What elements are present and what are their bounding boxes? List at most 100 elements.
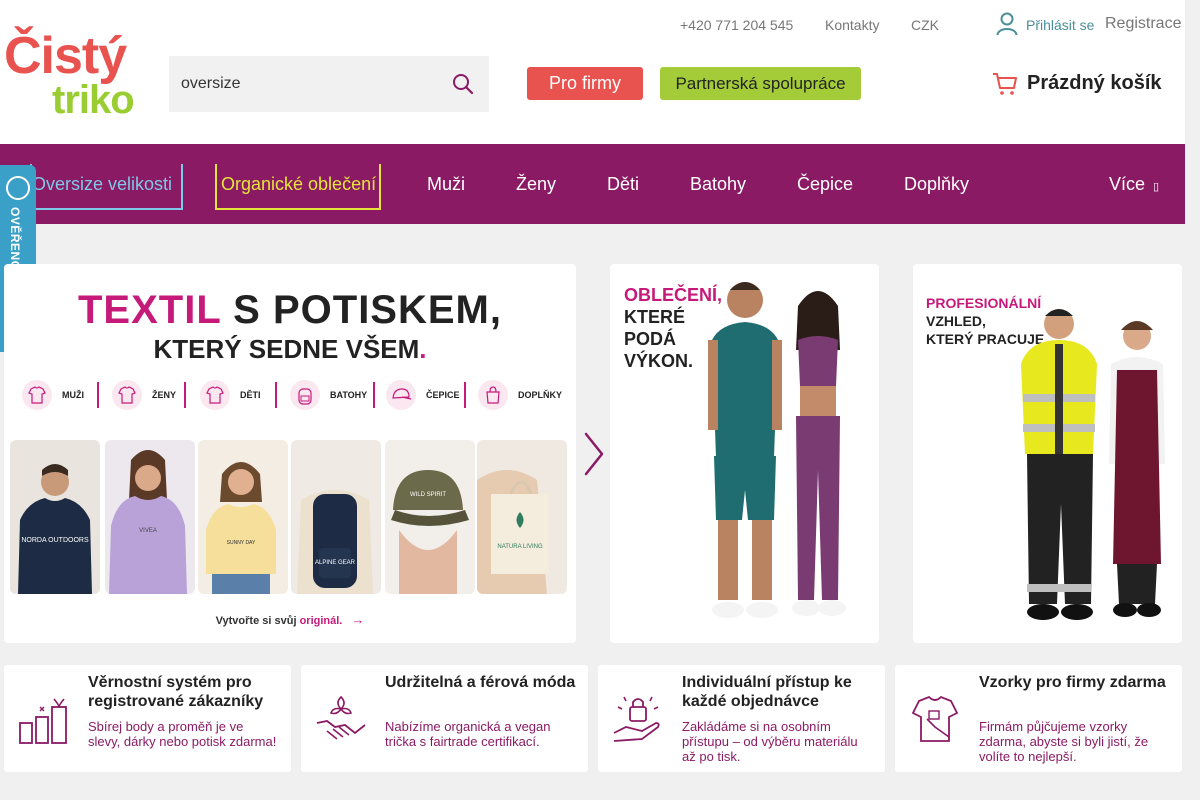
tshirt-icon bbox=[200, 380, 230, 410]
feature-text: Nabízíme organická a vegan trička s fair… bbox=[385, 719, 551, 749]
divider bbox=[464, 382, 466, 408]
site-logo[interactable]: Čistý triko bbox=[4, 30, 144, 120]
cap-icon bbox=[386, 380, 416, 410]
tshirt-tag-icon bbox=[911, 695, 959, 742]
tshirt-icon bbox=[112, 380, 142, 410]
logo-line-2: triko bbox=[52, 78, 135, 122]
nav-item-backpacks[interactable]: Batohy bbox=[690, 174, 746, 195]
category-label: DOPLŇKY bbox=[518, 390, 563, 400]
product-tile-cap[interactable]: WILD SPIRIT bbox=[385, 440, 475, 594]
nav-item-men[interactable]: Muži bbox=[427, 174, 465, 195]
nav-item-kids[interactable]: Děti bbox=[607, 174, 639, 195]
main-banner[interactable]: TEXTIL S POTISKEM, KTERÝ SEDNE VŠEM. MUŽ… bbox=[4, 264, 576, 643]
carousel-next-arrow-icon[interactable] bbox=[582, 432, 606, 476]
nav-item-oversize[interactable]: Oversize velikosti bbox=[30, 164, 183, 210]
banner-title-rest: S POTISKEM, bbox=[221, 288, 502, 332]
feature-sustainable: Udržitelná a férová móda Nabízíme organi… bbox=[301, 665, 588, 772]
arrow-right-icon: → bbox=[351, 612, 365, 627]
for-companies-button[interactable]: Pro firmy bbox=[527, 67, 643, 100]
cart-icon[interactable] bbox=[992, 72, 1018, 96]
feature-loyalty: Věrnostní systém pro registrované zákazn… bbox=[4, 665, 291, 772]
tile-print-text: NORDA OUTDOORS bbox=[21, 537, 89, 544]
bag-icon bbox=[478, 380, 508, 410]
register-link[interactable]: Registrace bbox=[1105, 15, 1181, 33]
nav-item-label: Oversize velikosti bbox=[32, 174, 173, 194]
feature-text: Sbírej body a proměň je ve slevy, dárky … bbox=[88, 719, 277, 749]
login-link[interactable]: Přihlásit se bbox=[1026, 17, 1094, 33]
banner-subtitle-text: KTERÝ SEDNE VŠEM bbox=[153, 334, 420, 364]
search-box bbox=[169, 56, 489, 112]
chevron-down-icon: ▯ bbox=[1153, 181, 1160, 193]
athletes-photo bbox=[708, 282, 846, 618]
nav-item-more[interactable]: Více ▯ bbox=[1109, 174, 1159, 195]
nav-item-women[interactable]: Ženy bbox=[516, 174, 556, 195]
heureka-icon bbox=[6, 176, 30, 200]
backpack-icon bbox=[290, 380, 320, 410]
nav-item-label: Organické oblečení bbox=[221, 174, 377, 194]
partnership-button[interactable]: Partnerská spolupráce bbox=[660, 67, 861, 100]
nav-item-caps[interactable]: Čepice bbox=[797, 174, 853, 195]
tile-print-text: WILD SPIRIT bbox=[410, 492, 446, 498]
feature-individual: Individuální přístup ke každé objednávce… bbox=[598, 665, 885, 772]
banner-cta-text: Vytvořte si svůj bbox=[215, 615, 300, 627]
kids-tshirt-photo: SUNNY DAY bbox=[206, 462, 276, 594]
phone-link[interactable]: +420 771 204 545 bbox=[680, 17, 793, 33]
search-input[interactable] bbox=[181, 72, 441, 96]
gifts-icon bbox=[19, 698, 67, 744]
category-label: BATOHY bbox=[330, 390, 368, 400]
cart-label[interactable]: Prázdný košík bbox=[1027, 72, 1162, 95]
banner-subtitle: KTERÝ SEDNE VŠEM. bbox=[4, 334, 576, 365]
tile-print-text: ALPINE GEAR bbox=[315, 560, 356, 566]
search-icon[interactable] bbox=[451, 72, 475, 96]
cap-photo: WILD SPIRIT bbox=[391, 470, 469, 594]
main-nav: Oversize velikosti Organické oblečení Mu… bbox=[0, 144, 1185, 224]
banner-cta[interactable]: Vytvořte si svůj originál. → bbox=[4, 612, 576, 627]
product-tile-kids[interactable]: SUNNY DAY bbox=[198, 440, 288, 594]
feature-text: Zakládáme si na osobním přístupu – od vý… bbox=[682, 719, 858, 764]
feature-title: Individuální přístup ke každé objednávce bbox=[682, 674, 852, 710]
product-tile-backpack[interactable]: ALPINE GEAR bbox=[291, 440, 381, 594]
workers-photo bbox=[1021, 309, 1165, 620]
tshirt-photo: NORDA OUTDOORS bbox=[18, 464, 92, 594]
user-icon[interactable] bbox=[996, 12, 1018, 36]
banner-title: TEXTIL S POTISKEM, bbox=[4, 288, 576, 333]
tile-print-text: NATURA LIVING bbox=[497, 544, 543, 550]
hand-lock-icon bbox=[613, 696, 660, 742]
contacts-link[interactable]: Kontakty bbox=[825, 17, 879, 33]
tile-print-text: SUNNY DAY bbox=[227, 540, 256, 546]
category-label: MUŽI bbox=[62, 390, 84, 400]
workwear-banner[interactable]: PROFESIONÁLNÍ VZHLED, KTERÝ PRACUJE. bbox=[913, 264, 1182, 643]
divider bbox=[275, 382, 277, 408]
product-tile-tshirt[interactable]: NORDA OUTDOORS bbox=[10, 440, 100, 594]
currency-selector[interactable]: CZK bbox=[911, 17, 939, 33]
banner-category-row: MUŽI ŽENY DĚTI BATOHY ČEPICE DOPLŇKY bbox=[22, 380, 562, 412]
backpack-photo: ALPINE GEAR bbox=[297, 490, 373, 594]
sport-banner[interactable]: OBLEČENÍ, KTERÉ PODÁ VÝKON. bbox=[610, 264, 879, 643]
handshake-flower-icon bbox=[316, 695, 366, 740]
hoodie-photo: VIVEA bbox=[109, 450, 187, 594]
divider bbox=[97, 382, 99, 408]
feature-title: Vzorky pro firmy zdarma bbox=[979, 674, 1166, 691]
feature-title: Věrnostní systém pro registrované zákazn… bbox=[88, 674, 264, 710]
category-label: ŽENY bbox=[152, 390, 177, 400]
nav-item-accessories[interactable]: Doplňky bbox=[904, 174, 969, 195]
nav-item-organic[interactable]: Organické oblečení bbox=[215, 164, 381, 210]
product-tile-bag[interactable]: NATURA LIVING bbox=[477, 440, 567, 594]
category-label: DĚTI bbox=[240, 390, 261, 400]
feature-text: Firmám půjčujeme vzorky zdarma, abyste s… bbox=[979, 719, 1149, 764]
banner-title-highlight: TEXTIL bbox=[78, 288, 222, 332]
tile-print-text: VIVEA bbox=[139, 528, 157, 534]
feature-samples: Vzorky pro firmy zdarma Firmám půjčujeme… bbox=[895, 665, 1182, 772]
banner-cta-highlight: originál. bbox=[299, 615, 343, 627]
tote-bag-photo: NATURA LIVING bbox=[477, 470, 549, 594]
divider bbox=[373, 382, 375, 408]
nav-more-label: Více bbox=[1109, 174, 1146, 194]
banner-subtitle-dot: . bbox=[419, 334, 427, 364]
divider bbox=[184, 382, 186, 408]
tshirt-icon bbox=[22, 380, 52, 410]
site-header: Čistý triko Pro firmy Partnerská spolupr… bbox=[0, 0, 1185, 144]
category-label: ČEPICE bbox=[426, 390, 460, 400]
feature-title: Udržitelná a férová móda bbox=[385, 674, 576, 691]
logo-line-1: Čistý bbox=[4, 27, 127, 85]
product-tile-hoodie[interactable]: VIVEA bbox=[105, 440, 195, 594]
